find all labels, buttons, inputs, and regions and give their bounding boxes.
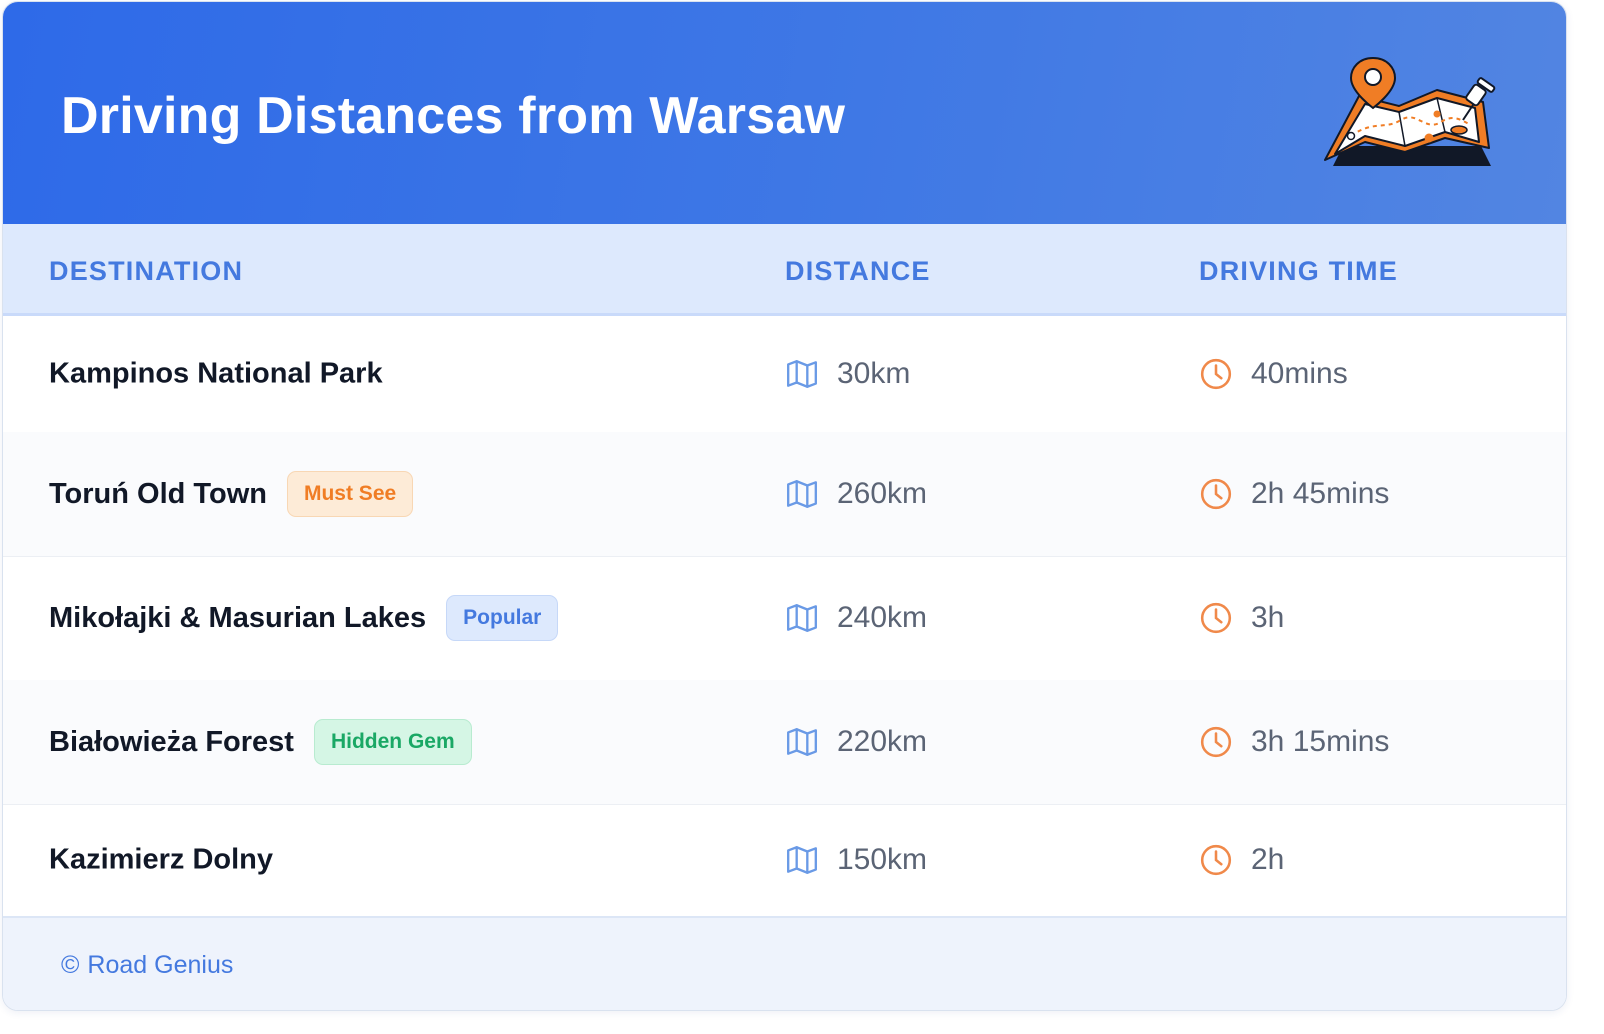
map-icon	[785, 357, 819, 391]
map-icon	[785, 843, 819, 877]
copyright-icon: ©	[61, 951, 80, 979]
destination-name: Kazimierz Dolny	[49, 843, 273, 876]
clock-icon	[1199, 725, 1233, 759]
driving-time-value: 3h 15mins	[1251, 725, 1390, 758]
map-icon	[785, 725, 819, 759]
destination-badge: Popular	[446, 595, 559, 641]
distance-value: 150km	[837, 843, 928, 876]
destination-cell: Kazimierz Dolny	[49, 844, 273, 877]
destination-name: Białowieża Forest	[49, 725, 294, 758]
destination-badge: Hidden Gem	[313, 719, 472, 765]
distance-cell: 220km	[785, 725, 927, 759]
copyright-notice: © Road Genius	[61, 951, 233, 980]
destination-cell: Białowieża Forest Hidden Gem	[49, 719, 472, 765]
distance-value: 260km	[837, 477, 928, 510]
destination-cell: Kampinos National Park	[49, 358, 383, 391]
brand-name: Road Genius	[87, 951, 234, 979]
driving-time-value: 40mins	[1251, 357, 1348, 390]
distance-value: 30km	[837, 357, 911, 390]
driving-time-cell: 3h 15mins	[1199, 725, 1389, 759]
destination-name: Mikołajki & Masurian Lakes	[49, 601, 427, 634]
clock-icon	[1199, 843, 1233, 877]
column-header-destination: DESTINATION	[49, 256, 244, 286]
distance-cell: 150km	[785, 843, 927, 877]
distance-cell: 260km	[785, 477, 927, 511]
page-title: Driving Distances from Warsaw	[61, 87, 846, 145]
destination-name: Toruń Old Town	[49, 477, 267, 510]
table-header: DESTINATION DISTANCE DRIVING TIME	[3, 224, 1566, 316]
destination-name: Kampinos National Park	[49, 357, 383, 390]
destination-badge: Must See	[286, 471, 414, 517]
header-banner: Driving Distances from Warsaw	[3, 2, 1566, 224]
column-header-distance: DISTANCE	[785, 256, 931, 286]
column-header-driving-time: DRIVING TIME	[1199, 256, 1398, 286]
driving-time-cell: 40mins	[1199, 357, 1348, 391]
destination-cell: Mikołajki & Masurian Lakes Popular	[49, 595, 559, 641]
distance-cell: 240km	[785, 601, 927, 635]
table-row: Kampinos National Park 30km 40mins	[3, 316, 1566, 433]
table-row: Mikołajki & Masurian Lakes Popular 240km 3h	[3, 556, 1566, 681]
destination-cell: Toruń Old Town Must See	[49, 471, 414, 517]
footer: © Road Genius	[3, 916, 1566, 1010]
map-icon	[785, 477, 819, 511]
driving-time-value: 2h	[1251, 843, 1285, 876]
driving-time-value: 3h	[1251, 601, 1285, 634]
distance-value: 220km	[837, 725, 928, 758]
table-row: Białowieża Forest Hidden Gem 220km 3h 15min…	[3, 680, 1566, 805]
clock-icon	[1199, 357, 1233, 391]
driving-time-cell: 2h	[1199, 843, 1284, 877]
clock-icon	[1199, 601, 1233, 635]
map-pin-illustration	[1324, 56, 1496, 166]
driving-time-cell: 2h 45mins	[1199, 477, 1389, 511]
table-row: Toruń Old Town Must See 260km 2h 45mins	[3, 432, 1566, 557]
distance-card: Driving Distances from Warsaw DESTINATIO…	[2, 1, 1567, 1011]
distance-cell: 30km	[785, 357, 910, 391]
table-row: Kazimierz Dolny 150km 2h	[3, 804, 1566, 917]
map-icon	[785, 601, 819, 635]
driving-time-cell: 3h	[1199, 601, 1284, 635]
clock-icon	[1199, 477, 1233, 511]
driving-time-value: 2h 45mins	[1251, 477, 1390, 510]
distance-value: 240km	[837, 601, 928, 634]
